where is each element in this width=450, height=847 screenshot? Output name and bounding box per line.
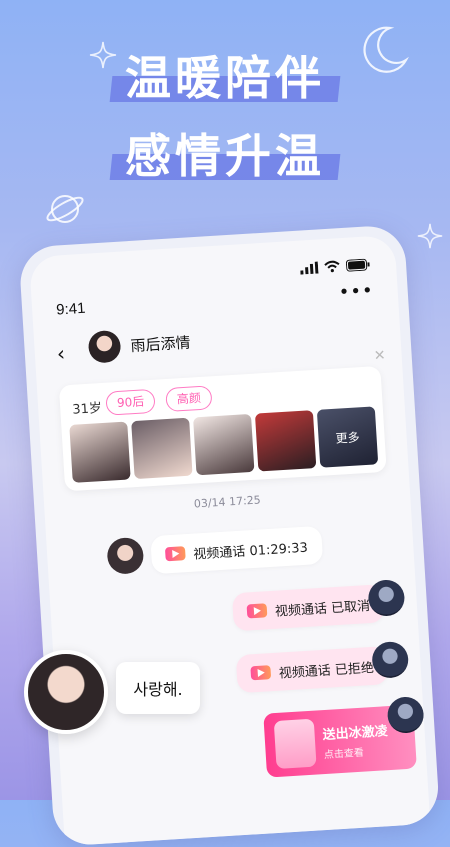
floating-message-bubble: 사랑해.: [116, 662, 200, 714]
contact-name: 雨后添情: [130, 333, 192, 356]
headline-line-1: 温暖陪伴: [0, 42, 450, 108]
profile-tag: 高颜: [165, 385, 213, 413]
video-call-icon: [164, 546, 186, 562]
profile-age: 31岁: [71, 400, 103, 418]
status-time: 9:41: [55, 299, 86, 319]
video-call-message[interactable]: 视频通话 已拒绝: [235, 646, 389, 694]
planet-icon: [46, 195, 84, 223]
floating-message-text: 사랑해.: [133, 680, 183, 699]
gift-title: 送出冰激凌: [322, 724, 389, 744]
ice-cream-icon: [273, 718, 317, 769]
message-text: 视频通话 01:29:33: [192, 540, 309, 563]
profile-photo[interactable]: [131, 417, 193, 480]
chat-timestamp: 03/14 17:25: [193, 493, 262, 511]
chat-screen: 9:41 ••• ‹ 雨后添情 ✕ 31岁 90后 高颜 更多 03/14 17…: [28, 234, 431, 847]
profile-card[interactable]: 31岁 90后 高颜 更多: [58, 365, 387, 492]
more-dots-icon[interactable]: •••: [338, 280, 374, 303]
more-photos-button[interactable]: 更多: [316, 406, 379, 468]
message-text: 视频通话 已拒绝: [278, 660, 375, 682]
sparkle-icon: [417, 223, 443, 249]
video-call-icon: [250, 665, 272, 681]
photo-strip: 更多: [69, 406, 379, 483]
gift-subtitle: 点击查看: [323, 747, 365, 762]
wifi-icon: [324, 260, 340, 273]
profile-photo[interactable]: [69, 421, 131, 483]
avatar[interactable]: [106, 536, 145, 575]
profile-photo[interactable]: [193, 413, 255, 476]
video-call-message[interactable]: 视频通话 01:29:33: [150, 525, 323, 575]
battery-icon: [345, 258, 370, 272]
more-photos-label: 更多: [335, 429, 360, 446]
headline-text-1: 温暖陪伴: [117, 42, 333, 108]
chevron-left-icon[interactable]: ‹: [56, 341, 65, 365]
signal-icon: [300, 261, 319, 275]
headline-text-2: 感情升温: [117, 120, 333, 186]
video-call-message[interactable]: 视频通话 已取消: [231, 584, 386, 632]
avatar: [24, 650, 108, 734]
avatar[interactable]: [87, 329, 122, 364]
close-icon[interactable]: ✕: [373, 348, 386, 365]
status-icons: [300, 258, 371, 275]
phone-mockup: 9:41 ••• ‹ 雨后添情 ✕ 31岁 90后 高颜 更多 03/14 17…: [18, 224, 441, 847]
video-call-icon: [246, 603, 268, 619]
profile-tag: 90后: [105, 388, 156, 416]
headline-line-2: 感情升温: [0, 120, 450, 186]
profile-photo[interactable]: [254, 410, 317, 472]
message-text: 视频通话 已取消: [274, 598, 371, 620]
